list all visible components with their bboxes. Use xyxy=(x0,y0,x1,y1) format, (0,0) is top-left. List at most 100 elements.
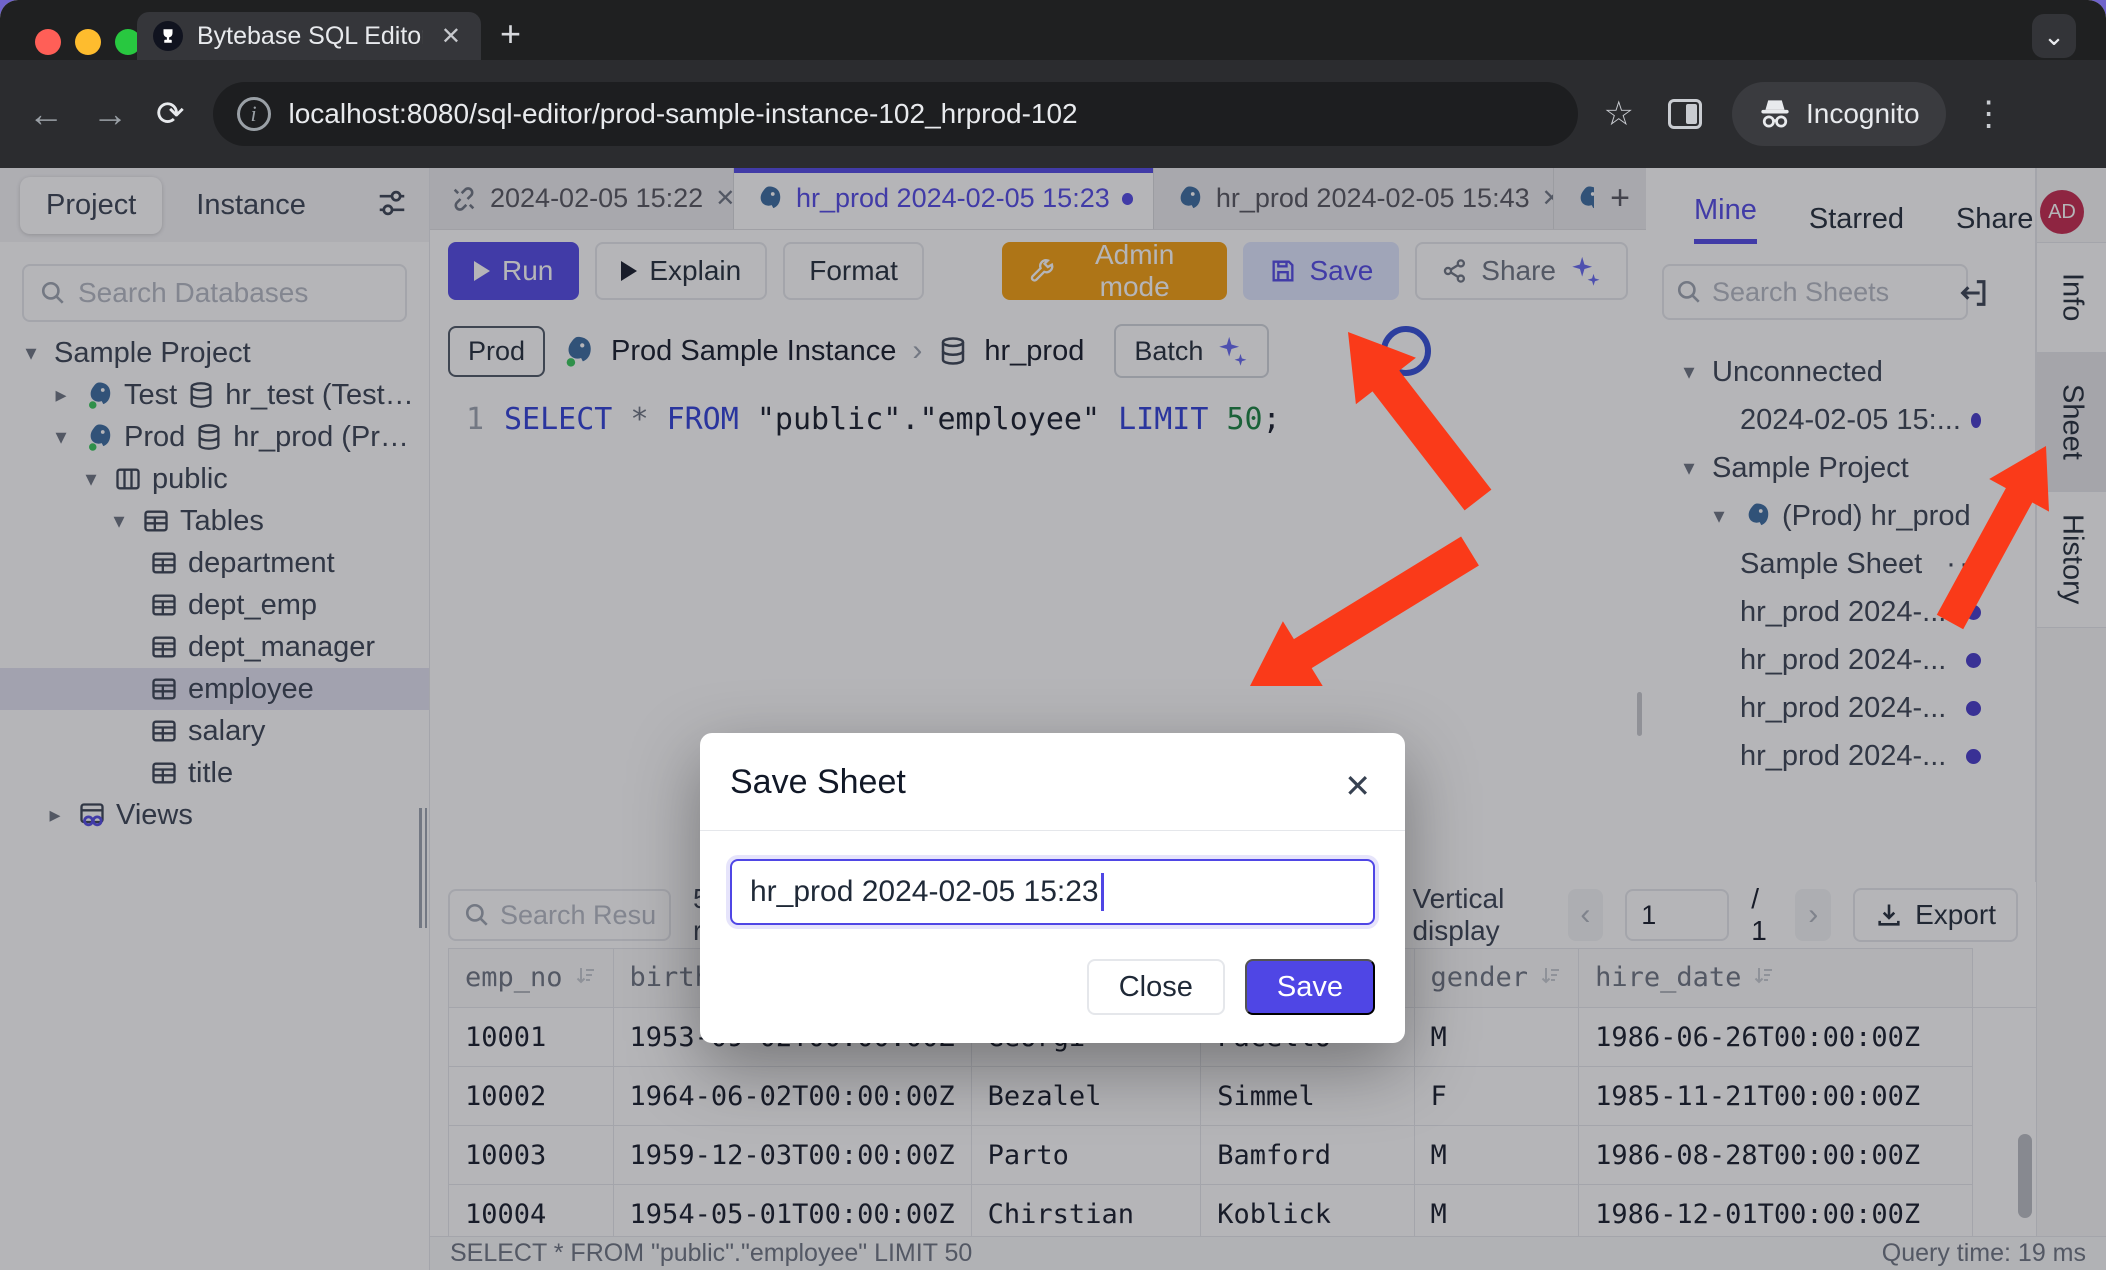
tree-table-dept-emp[interactable]: dept_emp xyxy=(0,584,429,626)
modal-close-icon[interactable]: ✕ xyxy=(1344,767,1371,805)
side-panel-icon[interactable] xyxy=(1668,99,1702,129)
page-number-input[interactable] xyxy=(1625,889,1729,941)
caret-down-icon[interactable] xyxy=(106,508,132,534)
sheet-tab-3[interactable]: hr_prod 2024-02-05 15:43 ✕ xyxy=(1154,168,1554,229)
tab-mine[interactable]: Mine xyxy=(1694,194,1757,244)
caret-down-icon[interactable] xyxy=(1676,359,1702,385)
sheet-name-input[interactable]: hr_prod 2024-02-05 15:23 xyxy=(730,859,1375,925)
tab-search-chevron-icon[interactable]: ⌄ xyxy=(2032,14,2076,58)
results-search[interactable] xyxy=(448,889,671,941)
results-search-input[interactable] xyxy=(500,900,655,931)
batch-button[interactable]: Batch xyxy=(1114,324,1269,378)
tab-instance[interactable]: Instance xyxy=(170,177,332,234)
tab-project[interactable]: Project xyxy=(20,177,162,234)
table-row[interactable]: 100021964-06-02T00:00:00ZBezalelSimmelF1… xyxy=(449,1067,2037,1126)
rail-tab-sheet[interactable]: Sheet xyxy=(2037,353,2106,492)
address-bar[interactable]: i localhost:8080/sql-editor/prod-sample-… xyxy=(213,82,1578,146)
sheet-group-unconnected[interactable]: Unconnected xyxy=(1646,348,2035,396)
sort-icon[interactable] xyxy=(1751,964,1775,995)
sheet-tab-4[interactable]: hr_prod 2024-0 xyxy=(1554,168,1594,229)
modal-close-button[interactable]: Close xyxy=(1087,959,1225,1015)
sheet-tab-1[interactable]: 2024-02-05 15:22 ✕ xyxy=(430,168,734,229)
column-header[interactable]: gender xyxy=(1414,949,1579,1008)
close-tab-icon[interactable]: ✕ xyxy=(1542,184,1555,213)
sheet-item[interactable]: hr_prod 2024-... xyxy=(1646,588,2035,636)
tree-project-node[interactable]: Sample Project xyxy=(0,332,429,374)
caret-down-icon[interactable] xyxy=(1706,503,1732,529)
tree-table-dept-manager[interactable]: dept_manager xyxy=(0,626,429,668)
import-sheet-icon[interactable] xyxy=(1957,276,1991,315)
next-page-button[interactable]: › xyxy=(1795,889,1831,941)
minimize-window-button[interactable] xyxy=(75,29,101,55)
sheet-item[interactable]: hr_prod 2024-... xyxy=(1646,684,2035,732)
reload-button[interactable]: ⟳ xyxy=(156,94,185,134)
user-avatar[interactable]: AD xyxy=(2040,190,2084,234)
sheet-item[interactable]: 2024-02-05 15:... xyxy=(1646,396,2035,444)
tree-table-employee[interactable]: employee xyxy=(0,668,429,710)
new-tab-button[interactable]: + xyxy=(500,14,521,54)
sheet-tab-2-active[interactable]: hr_prod 2024-02-05 15:23 xyxy=(734,168,1154,229)
forward-button[interactable]: → xyxy=(92,93,128,135)
table-row[interactable]: 100031959-12-03T00:00:00ZPartoBamfordM19… xyxy=(449,1126,2037,1185)
export-button[interactable]: Export xyxy=(1853,888,2018,942)
url-text[interactable]: localhost:8080/sql-editor/prod-sample-in… xyxy=(289,98,1078,130)
tab-starred[interactable]: Starred xyxy=(1809,203,1904,236)
filter-sliders-icon[interactable] xyxy=(375,188,409,223)
tree-views-group[interactable]: Views xyxy=(0,794,429,836)
tree-table-department[interactable]: department xyxy=(0,542,429,584)
sheet-group-prod-hr-prod[interactable]: (Prod) hr_prod xyxy=(1646,492,2035,540)
save-sheet-button[interactable]: Save xyxy=(1243,242,1399,300)
sort-icon[interactable] xyxy=(1538,964,1562,995)
close-tab-icon[interactable]: ✕ xyxy=(715,184,734,213)
tree-table-salary[interactable]: salary xyxy=(0,710,429,752)
admin-mode-button[interactable]: Admin mode xyxy=(1002,242,1228,300)
modal-save-button[interactable]: Save xyxy=(1245,959,1375,1015)
tree-db-hr-prod[interactable]: Prod hr_prod (Pr… xyxy=(0,416,429,458)
format-button[interactable]: Format xyxy=(783,242,924,300)
tree-db-hr-test[interactable]: Test hr_test (Test… xyxy=(0,374,429,416)
panel-resize-handle[interactable] xyxy=(1637,692,1642,736)
tree-schema-public[interactable]: public xyxy=(0,458,429,500)
close-window-button[interactable] xyxy=(35,29,61,55)
sort-icon[interactable] xyxy=(573,964,597,995)
column-header[interactable]: hire_date xyxy=(1579,949,1973,1008)
sheet-search-input[interactable] xyxy=(1712,277,1954,308)
database-search[interactable] xyxy=(22,264,407,322)
instance-name[interactable]: Prod Sample Instance xyxy=(611,335,896,368)
sheet-item-sample-sheet[interactable]: Sample Sheet··· xyxy=(1646,540,2035,588)
database-search-input[interactable] xyxy=(78,277,389,309)
rail-tab-info[interactable]: Info xyxy=(2037,242,2106,353)
caret-right-icon[interactable] xyxy=(48,382,74,408)
new-sheet-tab-button[interactable]: + xyxy=(1594,168,1646,229)
table-icon xyxy=(150,717,178,745)
close-tab-icon[interactable]: ✕ xyxy=(437,22,465,51)
caret-right-icon[interactable] xyxy=(42,802,68,828)
sheet-search[interactable] xyxy=(1662,264,1968,320)
tree-tables-group[interactable]: Tables xyxy=(0,500,429,542)
column-header[interactable]: emp_no xyxy=(449,949,614,1008)
table-row[interactable]: 100041954-05-01T00:00:00ZChirstianKoblic… xyxy=(449,1185,2037,1237)
run-button[interactable]: Run xyxy=(448,242,579,300)
tree-table-title[interactable]: title xyxy=(0,752,429,794)
site-info-icon[interactable]: i xyxy=(237,97,271,131)
bookmark-star-icon[interactable]: ☆ xyxy=(1604,94,1634,134)
browser-tab[interactable]: Bytebase SQL Editor ✕ xyxy=(137,12,481,60)
table-scrollbar[interactable] xyxy=(2018,1134,2032,1218)
back-button[interactable]: ← xyxy=(28,93,64,135)
tab-share[interactable]: Share xyxy=(1956,203,2033,236)
sheet-item[interactable]: hr_prod 2024-... xyxy=(1646,636,2035,684)
explain-button[interactable]: Explain xyxy=(595,242,767,300)
caret-down-icon[interactable] xyxy=(78,466,104,492)
caret-down-icon[interactable] xyxy=(48,424,74,450)
share-button[interactable]: Share xyxy=(1415,242,1628,300)
rail-tab-history[interactable]: History xyxy=(2037,492,2106,628)
sheet-group-sample-project[interactable]: Sample Project xyxy=(1646,444,2035,492)
caret-down-icon[interactable] xyxy=(1676,455,1702,481)
sidebar-resize-handle[interactable] xyxy=(419,808,427,928)
caret-down-icon[interactable] xyxy=(18,340,44,366)
sheet-item[interactable]: hr_prod 2024-... xyxy=(1646,732,2035,780)
browser-menu-icon[interactable]: ⋮ xyxy=(1972,94,2008,134)
database-name[interactable]: hr_prod xyxy=(984,335,1084,368)
prev-page-button[interactable]: ‹ xyxy=(1568,889,1604,941)
more-menu-icon[interactable]: ··· xyxy=(1946,547,1985,581)
